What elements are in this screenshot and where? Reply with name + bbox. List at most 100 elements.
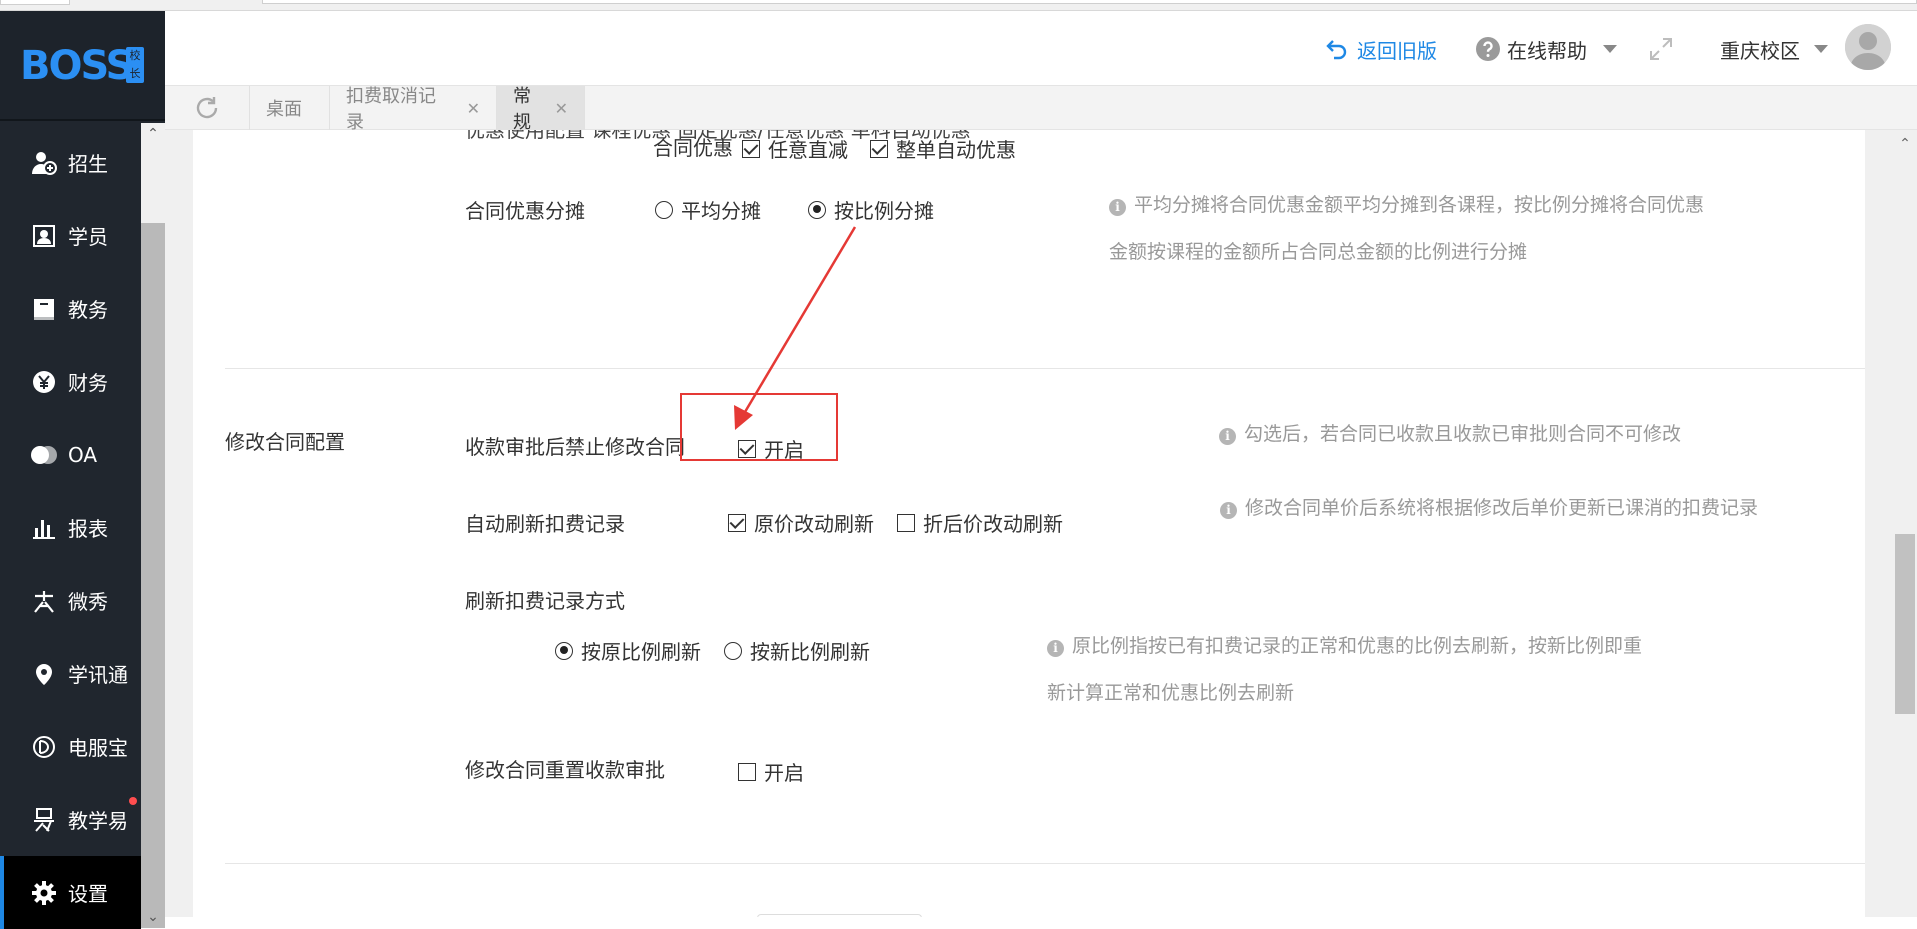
tab-general[interactable]: 常规 ✕ xyxy=(497,86,585,133)
hint-text: 原比例指按已有扣费记录的正常和优惠的比例去刷新，按新比例即重 xyxy=(1072,635,1643,657)
chevron-down-icon xyxy=(1603,45,1617,53)
hint-text: 新计算正常和优惠比例去刷新 xyxy=(1047,682,1295,704)
notification-dot xyxy=(129,797,137,805)
sidebar-item-dianfubao[interactable]: 电服宝 xyxy=(0,710,141,783)
radio-label: 按原比例刷新 xyxy=(581,640,701,664)
help-circle-icon xyxy=(1475,36,1501,62)
checkbox-label: 整单自动优惠 xyxy=(896,138,1016,162)
annotation-arrow xyxy=(734,226,857,430)
info-icon: i xyxy=(1047,640,1064,657)
fullscreen-button[interactable] xyxy=(1648,34,1674,64)
tab-bar: 桌面 扣费取消记录 ✕ 常规 ✕ xyxy=(165,85,1917,133)
browser-address-bar[interactable] xyxy=(262,0,1917,4)
proportional-share-radio[interactable]: 按比例分摊 xyxy=(808,195,934,224)
back-to-old-version-link[interactable]: 返回旧版 xyxy=(1325,34,1437,64)
section-divider xyxy=(225,368,1865,369)
average-share-radio[interactable]: 平均分摊 xyxy=(655,195,761,224)
phone-service-icon xyxy=(30,733,58,761)
checkbox-label: 任意直减 xyxy=(768,138,848,162)
new-ratio-refresh-radio[interactable]: 按新比例刷新 xyxy=(724,636,870,665)
online-help-dropdown[interactable]: 在线帮助 xyxy=(1475,34,1617,64)
sidebar-item-label: 学讯通 xyxy=(68,663,128,687)
bar-chart-icon xyxy=(30,514,58,542)
original-ratio-refresh-radio[interactable]: 按原比例刷新 xyxy=(555,636,701,665)
sidebar-item-label: 报表 xyxy=(68,517,108,541)
close-icon[interactable]: ✕ xyxy=(555,99,568,118)
chevron-up-icon[interactable]: ⌃ xyxy=(141,125,165,143)
browser-tab-stub[interactable] xyxy=(0,0,70,5)
logo-badge: 校长 xyxy=(126,47,144,83)
book-icon xyxy=(30,295,58,323)
hint-text: 修改合同单价后系统将根据修改后单价更新已课消的扣费记录 xyxy=(1245,497,1759,519)
checkbox-box xyxy=(897,513,915,532)
sidebar-item-weixiu[interactable]: 微秀 xyxy=(0,564,141,637)
refresh-icon xyxy=(193,94,221,122)
reset-approval-checkbox[interactable]: 开启 xyxy=(738,757,804,786)
sidebar-item-jiaoxueyi[interactable]: 教学易 xyxy=(0,783,141,856)
radio-label: 平均分摊 xyxy=(681,199,761,223)
auto-refresh-hint: i 修改合同单价后系统将根据修改后单价更新已课消的扣费记录 xyxy=(1220,485,1850,532)
sidebar-item-teaching[interactable]: 教务 xyxy=(0,272,141,345)
sidebar-item-label: 微秀 xyxy=(68,590,108,614)
refresh-button[interactable] xyxy=(165,86,250,130)
add-user-icon xyxy=(30,149,58,177)
refresh-mode-hint: i 原比例指按已有扣费记录的正常和优惠的比例去刷新，按新比例即重 新计算正常和优惠… xyxy=(1047,623,1727,717)
radio-label: 按新比例刷新 xyxy=(750,640,870,664)
hint-text: 金额按课程的金额所占合同总金额的比例进行分摊 xyxy=(1109,241,1528,263)
sidebar-item-oa[interactable]: OA xyxy=(0,418,141,491)
sidebar-item-student[interactable]: 学员 xyxy=(0,199,141,272)
sidebar: BOSS 校长 招生 学员 教务 财务 OA 报表 微秀 学讯通 电服宝 教学易… xyxy=(0,11,165,929)
chevron-down-icon[interactable]: ⌄ xyxy=(141,908,165,926)
avatar[interactable] xyxy=(1845,24,1891,70)
discounted-price-refresh-checkbox[interactable]: 折后价改动刷新 xyxy=(897,508,1063,537)
any-direct-reduce-checkbox[interactable]: 任意直减 xyxy=(742,134,848,163)
main-scrollbar[interactable]: ⌃ xyxy=(1893,130,1917,917)
sidebar-item-report[interactable]: 报表 xyxy=(0,491,141,564)
radio-circle xyxy=(724,641,742,660)
checkbox-box xyxy=(728,513,746,532)
sidebar-scroll-thumb[interactable] xyxy=(141,223,165,928)
checkbox-label: 原价改动刷新 xyxy=(754,512,874,536)
original-price-refresh-checkbox[interactable]: 原价改动刷新 xyxy=(728,508,874,537)
left-gutter xyxy=(165,130,193,917)
location-pin-icon xyxy=(30,660,58,688)
close-icon[interactable]: ✕ xyxy=(467,99,480,118)
campus-selector[interactable]: 重庆校区 xyxy=(1720,34,1828,64)
reset-approval-label: 修改合同重置收款审批 xyxy=(465,758,665,782)
info-icon: i xyxy=(1220,502,1237,519)
sidebar-item-xuexuntong[interactable]: 学讯通 xyxy=(0,637,141,710)
tab-desktop[interactable]: 桌面 xyxy=(250,86,330,130)
main-scroll-thumb[interactable] xyxy=(1895,534,1915,714)
whole-order-auto-discount-checkbox[interactable]: 整单自动优惠 xyxy=(870,134,1016,163)
forbid-modify-hint: i 勾选后，若合同已收款且收款已审批则合同不可修改 xyxy=(1219,411,1819,458)
sidebar-item-recruit[interactable]: 招生 xyxy=(0,126,141,199)
jiaoxueyi-icon xyxy=(30,806,58,834)
discount-share-hint: i 平均分摊将合同优惠金额平均分摊到各课程，按比例分摊将合同优惠 金额按课程的金额… xyxy=(1109,182,1769,276)
contract-discount-label: 合同优惠 xyxy=(653,136,733,160)
sidebar-item-finance[interactable]: 财务 xyxy=(0,345,141,418)
student-card-icon xyxy=(30,222,58,250)
sidebar-item-label: 电服宝 xyxy=(68,736,128,760)
checkbox-box xyxy=(738,762,756,781)
sidebar-item-label: 设置 xyxy=(68,882,108,906)
settings-content: 优惠使用配置 课程优惠 固定优惠/任意优惠 单科自动优惠 合同优惠 任意直减 整… xyxy=(165,130,1893,917)
sidebar-scrollbar[interactable]: ⌃ ⌄ xyxy=(141,123,165,928)
sidebar-menu: 招生 学员 教务 财务 OA 报表 微秀 学讯通 电服宝 教学易 设置 xyxy=(0,126,141,929)
browser-strip xyxy=(0,0,1917,11)
top-header: 返回旧版 在线帮助 重庆校区 xyxy=(165,11,1917,85)
hint-text: 勾选后，若合同已收款且收款已审批则合同不可修改 xyxy=(1244,423,1682,445)
tab-label: 扣费取消记录 xyxy=(346,86,436,133)
sidebar-item-label: OA xyxy=(68,442,98,467)
refresh-mode-label: 刷新扣费记录方式 xyxy=(465,589,625,613)
tab-deduction-cancel-records[interactable]: 扣费取消记录 ✕ xyxy=(330,86,497,133)
gear-icon xyxy=(30,879,58,907)
sidebar-item-settings[interactable]: 设置 xyxy=(0,856,141,929)
app-logo[interactable]: BOSS 校长 xyxy=(0,11,165,121)
discount-share-label: 合同优惠分摊 xyxy=(465,199,585,223)
yen-coin-icon xyxy=(30,368,58,396)
sidebar-item-label: 教学易 xyxy=(68,809,128,833)
sidebar-item-label: 教务 xyxy=(68,298,108,322)
radio-circle xyxy=(655,200,673,219)
chevron-up-icon[interactable]: ⌃ xyxy=(1893,136,1917,152)
oa-icon xyxy=(30,441,58,469)
